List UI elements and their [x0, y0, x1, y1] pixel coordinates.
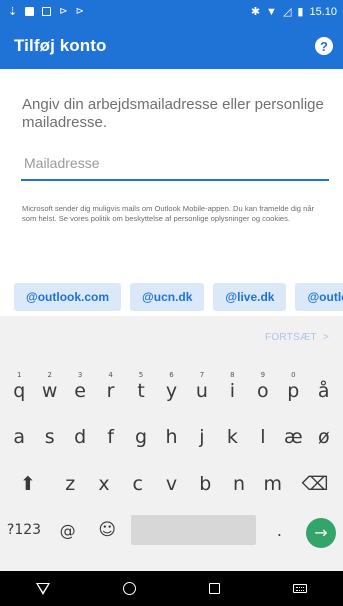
- wifi-icon: ▼: [266, 5, 277, 18]
- key-j[interactable]: j: [187, 415, 217, 459]
- status-notification-icons: ⇣ ⊳ ⊳: [8, 5, 84, 18]
- continue-label: FORTSÆT: [264, 332, 317, 343]
- key-p[interactable]: 0p: [278, 369, 308, 413]
- status-time: 15.10: [309, 5, 337, 18]
- key-q[interactable]: 1q: [4, 369, 34, 413]
- backspace-icon[interactable]: ⌫: [291, 462, 339, 506]
- keyboard-icon[interactable]: [292, 584, 307, 593]
- key-e[interactable]: 3e: [65, 369, 95, 413]
- enter-key-wrap: →: [303, 510, 339, 550]
- key-z[interactable]: z: [55, 462, 86, 506]
- key-u[interactable]: 7u: [187, 369, 217, 413]
- key-f[interactable]: f: [95, 415, 125, 459]
- status-system-icons: ✱ ▼ ◿ ▮ 15.10: [250, 5, 337, 19]
- help-icon[interactable]: ?: [315, 37, 333, 55]
- soft-keyboard: FORTSÆT > 1q 2w 3e 4r 5t 6y 7u 8i 9o 0p …: [0, 316, 343, 571]
- keyboard-row-1: 1q 2w 3e 4r 5t 6y 7u 8i 9o 0p å: [0, 369, 343, 413]
- cast-icon: ⊳: [75, 6, 84, 17]
- key-w[interactable]: 2w: [34, 369, 64, 413]
- key-h[interactable]: h: [156, 415, 186, 459]
- key-c[interactable]: c: [122, 462, 153, 506]
- key-n[interactable]: n: [224, 462, 255, 506]
- recent-apps-icon[interactable]: [208, 583, 220, 594]
- emoji-icon[interactable]: ☺: [91, 510, 123, 550]
- key-y[interactable]: 6y: [156, 369, 186, 413]
- shift-icon[interactable]: ⬆: [4, 462, 52, 506]
- continue-button[interactable]: FORTSÆT >: [265, 332, 329, 343]
- at-key[interactable]: @: [52, 510, 84, 550]
- key-b[interactable]: b: [190, 462, 221, 506]
- image-icon: [25, 7, 35, 16]
- period-key[interactable]: .: [263, 510, 295, 550]
- key-l[interactable]: l: [248, 415, 278, 459]
- domain-chip-outlook-partial[interactable]: @outloo: [295, 283, 343, 311]
- download-icon: ⇣: [8, 6, 18, 18]
- home-icon[interactable]: [123, 582, 137, 595]
- chevron-right-icon: >: [322, 332, 329, 343]
- key-x[interactable]: x: [89, 462, 120, 506]
- battery-icon: ▮: [297, 6, 304, 18]
- cast-icon: ⊳: [59, 6, 68, 17]
- key-s[interactable]: s: [34, 415, 64, 459]
- sim-icon: [42, 7, 52, 16]
- key-g[interactable]: g: [126, 415, 156, 459]
- space-key[interactable]: [130, 515, 256, 545]
- bluetooth-icon: ✱: [250, 6, 261, 18]
- domain-chip-ucn[interactable]: @ucn.dk: [130, 283, 205, 311]
- email-field[interactable]: [21, 145, 329, 181]
- symbols-key[interactable]: ?123: [4, 510, 44, 550]
- domain-chip-live[interactable]: @live.dk: [213, 283, 287, 311]
- key-ae[interactable]: æ: [278, 415, 308, 459]
- key-k[interactable]: k: [217, 415, 247, 459]
- key-aa[interactable]: å: [309, 369, 339, 413]
- status-bar: ⇣ ⊳ ⊳ ✱ ▼ ◿ ▮ 15.10: [0, 0, 343, 23]
- navigation-bar: [0, 571, 343, 606]
- email-prompt: Angiv din arbejdsmailadresse eller perso…: [22, 96, 324, 131]
- keyboard-row-2: a s d f g h j k l æ ø: [0, 415, 343, 459]
- page-title: Tilføj konto: [14, 36, 107, 55]
- back-icon[interactable]: [36, 582, 51, 595]
- key-d[interactable]: d: [65, 415, 95, 459]
- domain-chip-outlook[interactable]: @outlook.com: [14, 283, 122, 311]
- keyboard-row-3: ⬆ z x c v b n m ⌫: [0, 462, 343, 506]
- privacy-disclaimer: Microsoft sender dig muligvis mails om O…: [22, 204, 315, 223]
- keyboard-row-4: ?123 @ ☺ . →: [0, 510, 343, 550]
- key-m[interactable]: m: [257, 462, 288, 506]
- key-t[interactable]: 5t: [126, 369, 156, 413]
- key-i[interactable]: 8i: [217, 369, 247, 413]
- app-bar: Tilføj konto ?: [0, 23, 343, 69]
- key-v[interactable]: v: [156, 462, 187, 506]
- arrow-right-icon[interactable]: →: [305, 517, 336, 548]
- signal-icon: ◿: [282, 6, 292, 18]
- domain-suggestions: @outlook.com @ucn.dk @live.dk @outloo: [0, 283, 343, 313]
- key-r[interactable]: 4r: [95, 369, 125, 413]
- key-a[interactable]: a: [4, 415, 34, 459]
- key-oe[interactable]: ø: [309, 415, 339, 459]
- key-o[interactable]: 9o: [248, 369, 278, 413]
